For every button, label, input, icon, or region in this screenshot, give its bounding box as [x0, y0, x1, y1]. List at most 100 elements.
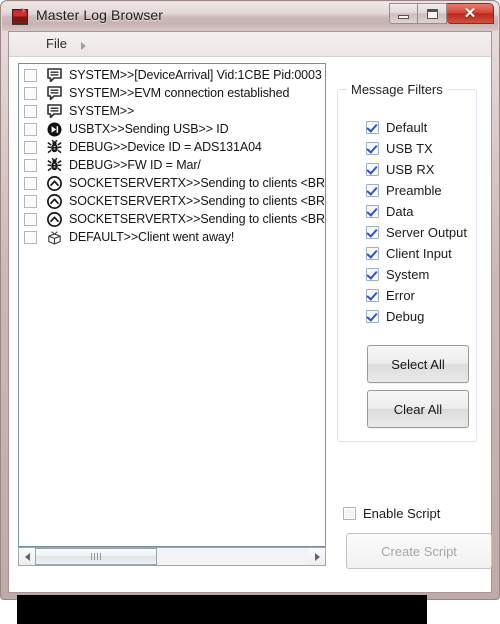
log-row-checkbox[interactable] [24, 194, 37, 208]
filter-checkbox[interactable] [366, 163, 379, 176]
create-script-button[interactable]: Create Script [346, 533, 492, 569]
scrollbar-thumb[interactable] [35, 548, 157, 565]
filter-label: Server Output [386, 225, 467, 240]
log-row-text: SYSTEM>>[DeviceArrival] Vid:1CBE Pid:000… [69, 68, 322, 82]
log-row[interactable]: SYSTEM>> [19, 102, 325, 120]
log-row-text: SYSTEM>> [69, 104, 135, 118]
log-row-text: DEBUG>>FW ID = Mar/ [69, 158, 201, 172]
message-filters-title: Message Filters [347, 82, 447, 97]
window-controls: ✕ [389, 3, 494, 24]
filter-checkbox[interactable] [366, 268, 379, 281]
menu-item-file[interactable]: File [42, 36, 71, 51]
log-row-checkbox[interactable] [24, 86, 37, 100]
maximize-button[interactable] [418, 3, 447, 24]
client-area: File SYSTEM>>[DeviceArrival] Vid:1CBE Pi… [8, 31, 492, 624]
select-all-button[interactable]: Select All [367, 345, 469, 383]
grip-line [100, 553, 101, 560]
filter-row[interactable]: Preamble [366, 180, 467, 201]
message-bubble-icon [46, 67, 63, 83]
filter-label: Client Input [386, 246, 452, 261]
filter-checkbox[interactable] [366, 226, 379, 239]
log-row-text: SYSTEM>>EVM connection established [69, 86, 290, 100]
log-row-checkbox[interactable] [24, 68, 37, 82]
log-row[interactable]: DEBUG>>FW ID = Mar/ [19, 156, 325, 174]
filter-label: USB RX [386, 162, 435, 177]
clear-all-button[interactable]: Clear All [367, 390, 469, 428]
package-box-icon [46, 229, 63, 245]
circle-up-chevron-icon [46, 193, 63, 209]
log-row-checkbox[interactable] [24, 122, 37, 136]
title-bar[interactable]: Master Log Browser ✕ [2, 2, 498, 31]
chevron-right-icon[interactable] [81, 42, 86, 50]
filter-row[interactable]: Client Input [366, 243, 467, 264]
log-row[interactable]: DEBUG>>Device ID = ADS131A04 [19, 138, 325, 156]
log-row-checkbox[interactable] [24, 140, 37, 154]
log-rows: SYSTEM>>[DeviceArrival] Vid:1CBE Pid:000… [19, 66, 325, 246]
log-row-text: SOCKETSERVERTX>>Sending to clients <BROA [69, 176, 325, 190]
filter-checkbox[interactable] [366, 205, 379, 218]
filter-row[interactable]: Data [366, 201, 467, 222]
filter-label: Preamble [386, 183, 442, 198]
filter-label: System [386, 267, 430, 282]
enable-script-label: Enable Script [363, 506, 441, 521]
filter-row[interactable]: USB RX [366, 159, 467, 180]
filter-checkbox[interactable] [366, 310, 379, 323]
scroll-right-button[interactable] [309, 548, 325, 565]
log-row[interactable]: SOCKETSERVERTX>>Sending to clients <BROA [19, 174, 325, 192]
log-row-checkbox[interactable] [24, 104, 37, 118]
log-row[interactable]: SYSTEM>>EVM connection established [19, 84, 325, 102]
application-window: Master Log Browser ✕ File SYSTEM>>[Devic… [0, 0, 500, 624]
log-row[interactable]: SYSTEM>>[DeviceArrival] Vid:1CBE Pid:000… [19, 66, 325, 84]
log-row[interactable]: DEFAULT>>Client went away! [19, 228, 325, 246]
close-icon: ✕ [463, 5, 477, 22]
circle-up-chevron-icon [46, 175, 63, 191]
log-horizontal-scrollbar[interactable] [18, 547, 326, 566]
filter-checkbox[interactable] [366, 184, 379, 197]
log-row-checkbox[interactable] [24, 212, 37, 226]
circle-up-chevron-icon [46, 211, 63, 227]
filter-checkbox[interactable] [366, 289, 379, 302]
filter-label: Debug [386, 309, 425, 324]
filter-row[interactable]: USB TX [366, 138, 467, 159]
filter-label: USB TX [386, 141, 433, 156]
log-row-text: SOCKETSERVERTX>>Sending to clients <BROA [69, 212, 325, 226]
bug-icon [46, 139, 63, 155]
maximize-icon [426, 8, 438, 19]
bug-icon [46, 157, 63, 173]
filter-label: Data [386, 204, 414, 219]
log-row[interactable]: SOCKETSERVERTX>>Sending to clients <BROA [19, 210, 325, 228]
filter-row[interactable]: Error [366, 285, 467, 306]
log-row-text: USBTX>>Sending USB>> ID [69, 122, 229, 136]
filter-label: Error [386, 288, 415, 303]
minimize-button[interactable] [389, 3, 418, 24]
close-button[interactable]: ✕ [447, 3, 494, 24]
app-icon [12, 8, 29, 25]
log-row-text: SOCKETSERVERTX>>Sending to clients <BROA [69, 194, 325, 208]
scroll-left-button[interactable] [19, 548, 35, 565]
log-row-checkbox[interactable] [24, 230, 37, 244]
triangle-right-icon [314, 552, 320, 561]
log-list[interactable]: SYSTEM>>[DeviceArrival] Vid:1CBE Pid:000… [18, 63, 326, 547]
log-row[interactable]: USBTX>>Sending USB>> ID [19, 120, 325, 138]
enable-script-row[interactable]: Enable Script [343, 506, 440, 521]
log-row[interactable]: SOCKETSERVERTX>>Sending to clients <BROA [19, 192, 325, 210]
log-row-checkbox[interactable] [24, 158, 37, 172]
filter-label: Default [386, 120, 428, 135]
log-row-text: DEFAULT>>Client went away! [69, 230, 235, 244]
filter-row[interactable]: Debug [366, 306, 467, 327]
log-row-checkbox[interactable] [24, 176, 37, 190]
filter-checkbox[interactable] [366, 247, 379, 260]
message-bubble-icon [46, 103, 63, 119]
filter-row[interactable]: Server Output [366, 222, 467, 243]
triangle-left-icon [24, 552, 30, 561]
filter-checkbox[interactable] [366, 142, 379, 155]
filter-row[interactable]: System [366, 264, 467, 285]
filter-checkbox[interactable] [366, 121, 379, 134]
filter-checkbox-list: Default USB TX USB RX Preamble Data Server Ou… [366, 117, 467, 327]
menu-bar: File [9, 32, 491, 57]
scrollbar-track[interactable] [35, 548, 309, 565]
minimize-icon [398, 14, 409, 19]
enable-script-checkbox[interactable] [343, 507, 356, 520]
grip-line [94, 553, 95, 560]
filter-row[interactable]: Default [366, 117, 467, 138]
